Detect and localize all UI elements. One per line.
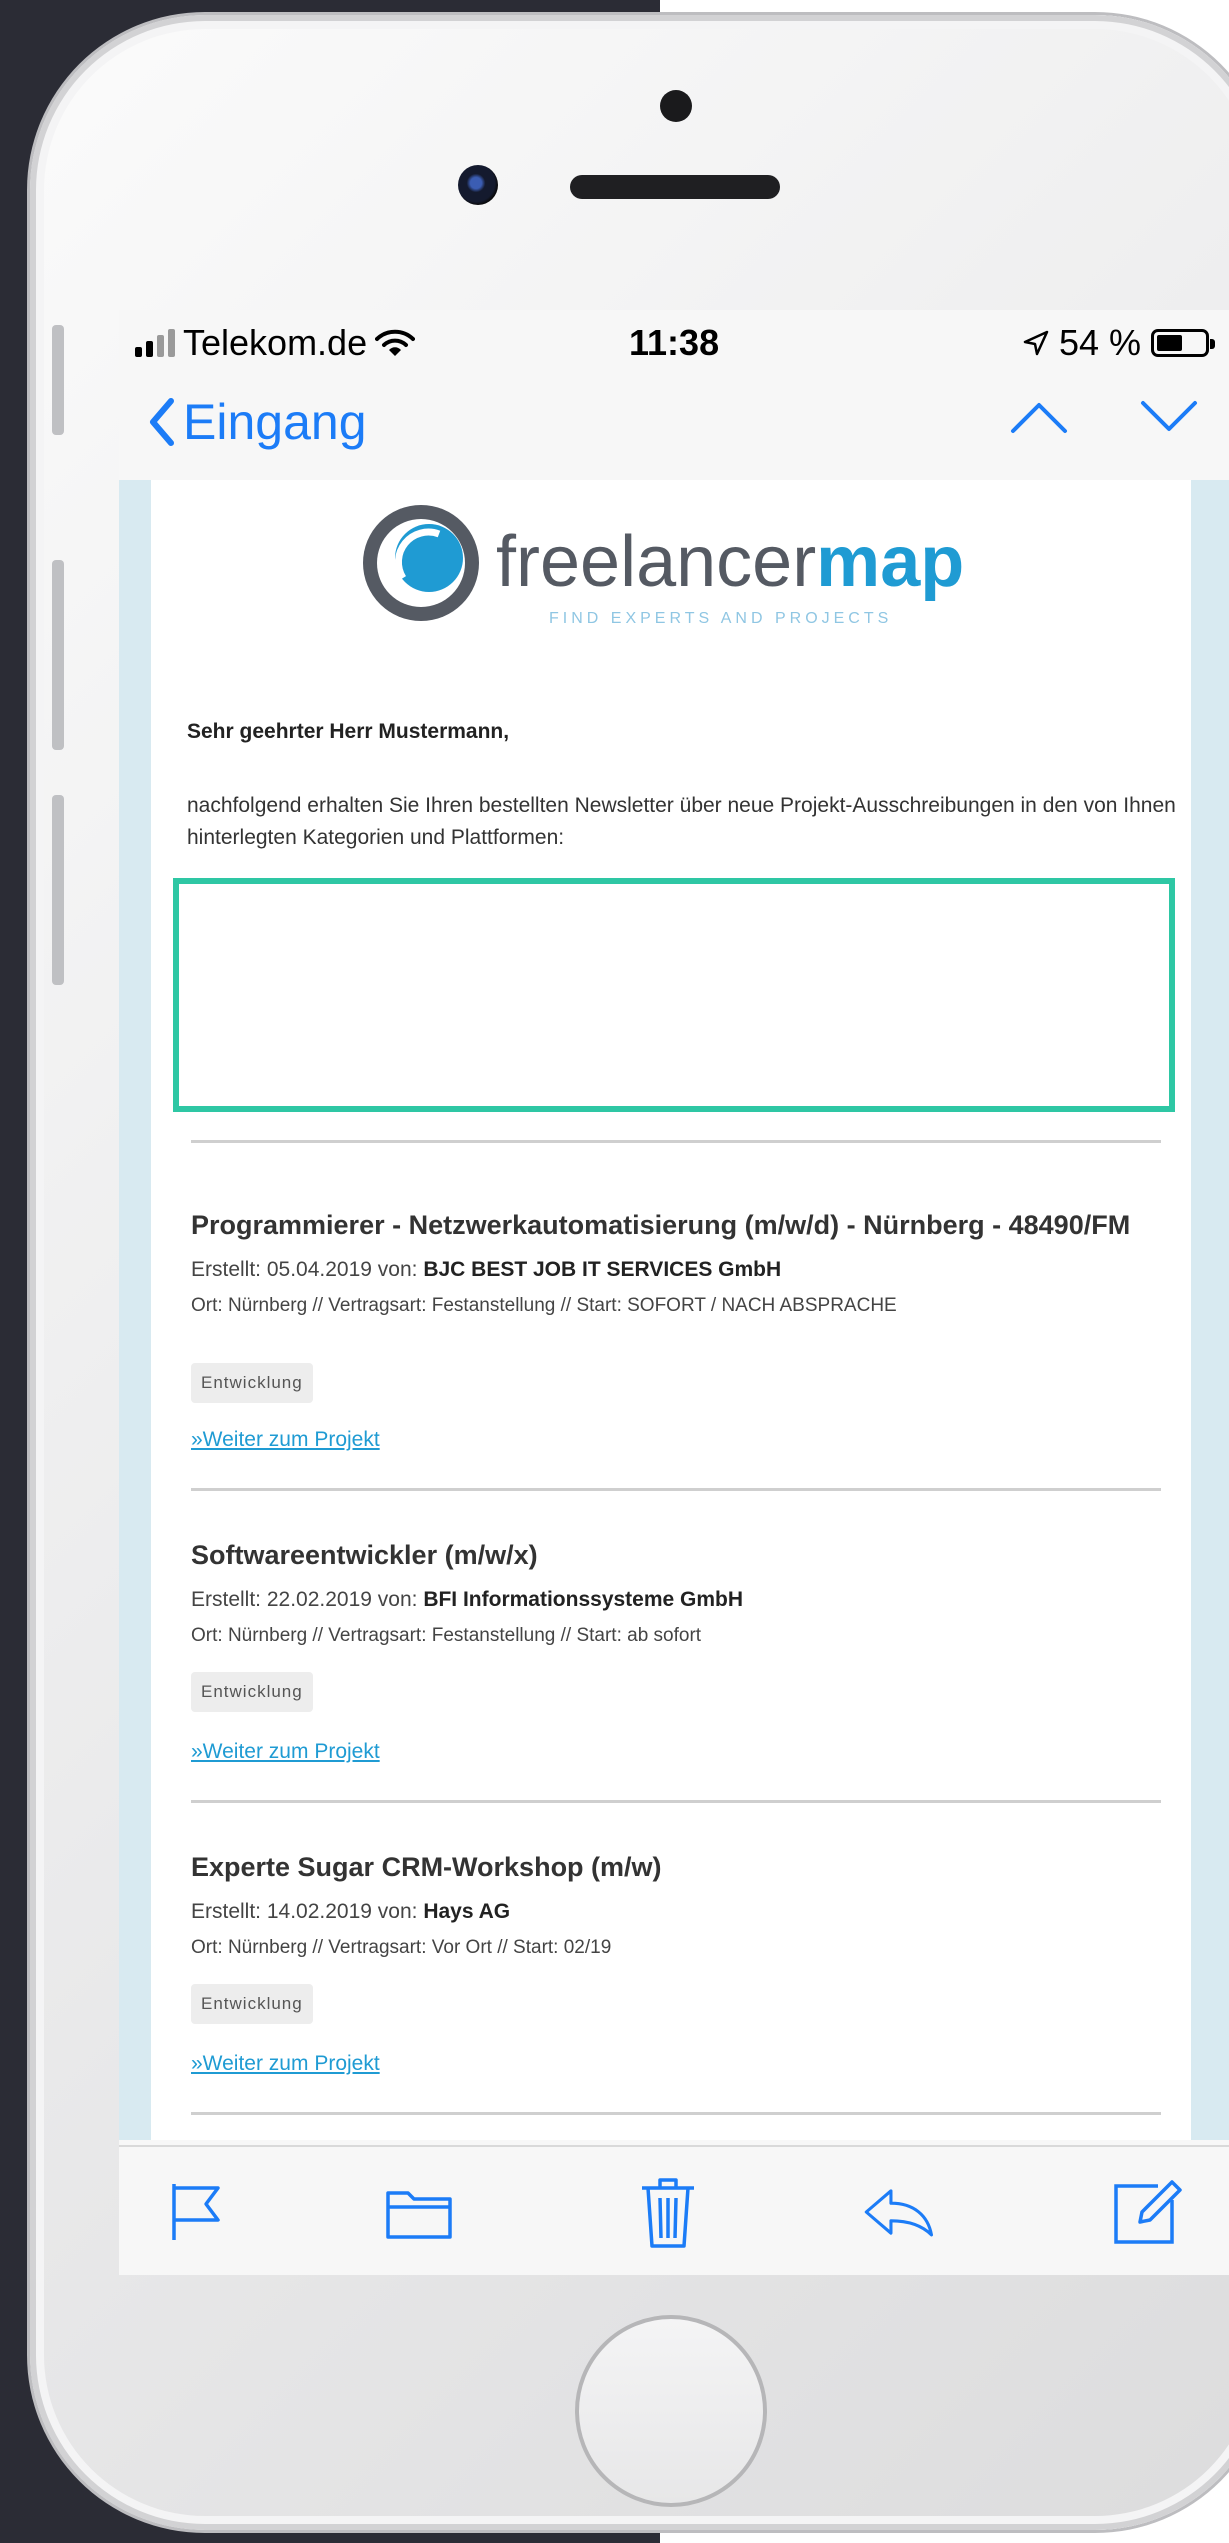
project-link[interactable]: »Weiter zum Projekt [191, 1428, 380, 1452]
phone-frame: Telekom.de 11:38 54 % Eingang freelancer… [30, 15, 1229, 2530]
signal-icon [135, 329, 175, 357]
navigation-bar: Eingang [119, 385, 1229, 475]
job-title: Softwareentwickler (m/w/x) [191, 1540, 538, 1570]
job-company: BFI Informationssysteme GmbH [423, 1588, 744, 1611]
status-bar: Telekom.de 11:38 54 % [119, 310, 1229, 380]
mute-switch [52, 325, 64, 435]
chevron-up-icon[interactable] [1009, 397, 1069, 437]
job-created: Erstellt: 14.02.2019 von: Hays AG [191, 1900, 511, 1923]
carrier-label: Telekom.de [183, 322, 368, 363]
category-tag: Entwicklung [191, 1672, 313, 1712]
location-arrow-icon [1023, 330, 1049, 356]
battery-level [1157, 335, 1182, 351]
earpiece-speaker [570, 175, 780, 199]
divider [191, 1800, 1161, 1803]
job-title: Programmierer - Netzwerkautomatisierung … [191, 1210, 1131, 1240]
reply-icon[interactable] [861, 2175, 935, 2249]
job-company: BJC BEST JOB IT SERVICES GmbH [423, 1258, 782, 1281]
freelancermap-logo: freelancermap FIND EXPERTS AND PROJECTS [363, 505, 964, 627]
clock: 11:38 [629, 322, 720, 363]
chevron-down-icon[interactable] [1139, 397, 1199, 437]
logo-tagline: FIND EXPERTS AND PROJECTS [549, 610, 892, 627]
battery-percent: 54 % [1058, 322, 1141, 363]
front-camera [458, 165, 498, 205]
logo-name-light: freelancer [496, 522, 816, 602]
message-navigation [1009, 397, 1199, 437]
project-link[interactable]: »Weiter zum Projekt [191, 2052, 380, 2076]
volume-down-button [52, 795, 64, 985]
job-location: Ort: Nürnberg // Vertragsart: Festanstel… [191, 1625, 702, 1646]
battery-icon [1151, 329, 1215, 357]
job-location: Ort: Nürnberg // Vertragsart: Festanstel… [191, 1295, 897, 1316]
status-right: 54 % [1023, 322, 1215, 364]
status-left: Telekom.de [135, 322, 416, 364]
job-title: Experte Sugar CRM-Workshop (m/w) [191, 1852, 662, 1882]
category-tag: Entwicklung [191, 1984, 313, 2024]
email-body[interactable]: freelancermap FIND EXPERTS AND PROJECTS … [119, 480, 1229, 2140]
newsletter-content: freelancermap FIND EXPERTS AND PROJECTS … [151, 480, 1191, 2140]
divider [191, 1488, 1161, 1491]
home-button[interactable] [575, 2315, 767, 2507]
mail-toolbar [119, 2145, 1229, 2275]
proximity-sensor [660, 90, 692, 122]
intro-text: nachfolgend erhalten Sie Ihren bestellte… [187, 794, 1176, 849]
svg-text:freelancermap: freelancermap [496, 522, 964, 602]
volume-up-button [52, 560, 64, 750]
trash-icon[interactable] [631, 2175, 705, 2249]
divider [191, 2112, 1161, 2115]
folder-icon[interactable] [382, 2175, 456, 2249]
highlight-box [173, 878, 1175, 1112]
divider [191, 1140, 1161, 1143]
flag-icon[interactable] [159, 2175, 233, 2249]
greeting: Sehr geehrter Herr Mustermann, [187, 720, 510, 743]
wifi-icon [375, 329, 416, 356]
phone-screen: Telekom.de 11:38 54 % Eingang freelancer… [119, 310, 1229, 2275]
chevron-left-icon [150, 398, 174, 446]
project-link[interactable]: »Weiter zum Projekt [191, 1740, 380, 1764]
logo-name-bold: map [816, 522, 964, 602]
job-created: Erstellt: 05.04.2019 von: BJC BEST JOB I… [191, 1258, 782, 1281]
job-company: Hays AG [423, 1900, 511, 1923]
back-label: Eingang [183, 394, 367, 450]
category-tag: Entwicklung [191, 1363, 313, 1403]
compose-icon[interactable] [1109, 2175, 1183, 2249]
job-location: Ort: Nürnberg // Vertragsart: Vor Ort //… [191, 1937, 612, 1958]
job-created: Erstellt: 22.02.2019 von: BFI Informatio… [191, 1588, 744, 1611]
back-button[interactable]: Eingang [147, 393, 367, 451]
